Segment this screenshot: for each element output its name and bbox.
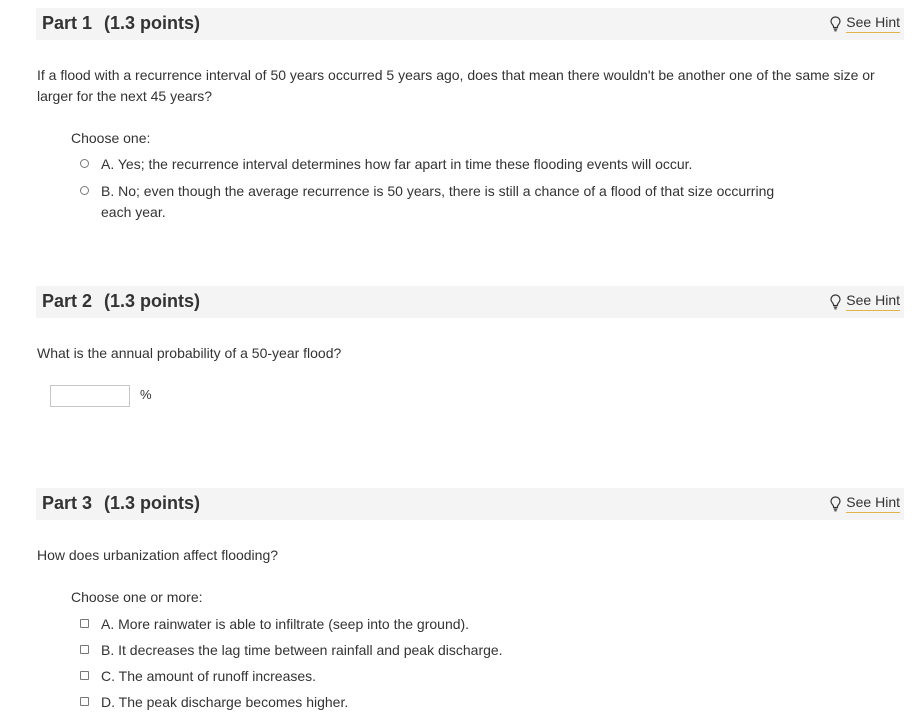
part-1-option-a-text: A. Yes; the recurrence interval determin… — [101, 156, 693, 172]
part-1-hint-label: See Hint — [846, 14, 900, 33]
part-3-option-b[interactable]: B. It decreases the lag time between rai… — [80, 640, 791, 661]
part-3-option-d[interactable]: D. The peak discharge becomes higher. — [80, 692, 791, 713]
part-1-choose-label: Choose one: — [71, 130, 151, 146]
radio-circle-icon[interactable] — [80, 159, 89, 168]
part-1-label: Part 1 — [42, 13, 93, 33]
checkbox-square-icon[interactable] — [80, 697, 89, 706]
lightbulb-icon — [830, 15, 841, 31]
part-2-question: What is the annual probability of a 50-y… — [37, 345, 342, 361]
part-1-option-b-text: B. No; even though the average recurrenc… — [101, 183, 775, 220]
part-3-label: Part 3 — [42, 493, 93, 513]
part-3-question: How does urbanization affect flooding? — [37, 547, 279, 563]
checkbox-square-icon[interactable] — [80, 619, 89, 628]
part-2-points: (1.3 points) — [104, 291, 201, 311]
part-2-hint-label: See Hint — [846, 292, 900, 311]
part-2-header: Part 2 (1.3 points) See Hint — [36, 286, 904, 318]
checkbox-square-icon[interactable] — [80, 671, 89, 680]
part-1-option-a[interactable]: A. Yes; the recurrence interval determin… — [80, 154, 791, 175]
checkbox-square-icon[interactable] — [80, 645, 89, 654]
radio-circle-icon[interactable] — [80, 186, 89, 195]
part-1-title: Part 1 (1.3 points) — [42, 13, 200, 34]
lightbulb-icon — [830, 495, 841, 511]
part-3-title: Part 3 (1.3 points) — [42, 493, 200, 514]
annual-probability-input[interactable] — [50, 385, 130, 407]
part-3-option-c[interactable]: C. The amount of runoff increases. — [80, 666, 791, 687]
part-3-points: (1.3 points) — [104, 493, 201, 513]
part-2-label: Part 2 — [42, 291, 93, 311]
part-3-option-d-text: D. The peak discharge becomes higher. — [101, 694, 349, 710]
part-3-see-hint-link[interactable]: See Hint — [830, 494, 900, 513]
part-2-title: Part 2 (1.3 points) — [42, 291, 200, 312]
part-3-hint-label: See Hint — [846, 494, 900, 513]
part-1-option-b[interactable]: B. No; even though the average recurrenc… — [80, 181, 791, 223]
part-1-points: (1.3 points) — [104, 13, 201, 33]
percent-unit-label: % — [140, 387, 152, 402]
part-3-option-c-text: C. The amount of runoff increases. — [101, 668, 317, 684]
part-1-see-hint-link[interactable]: See Hint — [830, 14, 900, 33]
part-3-option-a[interactable]: A. More rainwater is able to infiltrate … — [80, 614, 791, 635]
part-1-question: If a flood with a recurrence interval of… — [37, 67, 875, 104]
part-3-choose-label: Choose one or more: — [71, 589, 203, 605]
part-3-header: Part 3 (1.3 points) See Hint — [36, 488, 904, 520]
part-1-header: Part 1 (1.3 points) See Hint — [36, 8, 904, 40]
part-3-option-b-text: B. It decreases the lag time between rai… — [101, 642, 503, 658]
part-3-option-a-text: A. More rainwater is able to infiltrate … — [101, 616, 470, 632]
lightbulb-icon — [830, 293, 841, 309]
part-2-see-hint-link[interactable]: See Hint — [830, 292, 900, 311]
